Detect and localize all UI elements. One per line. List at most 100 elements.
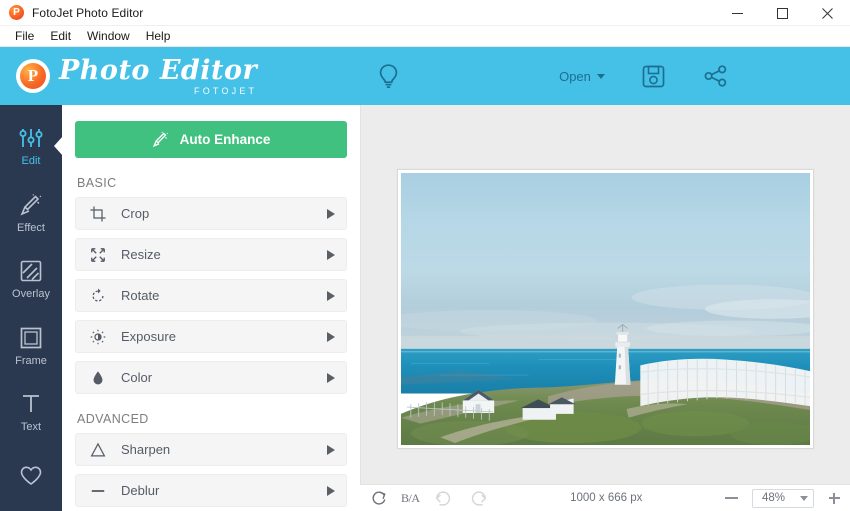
chevron-right-icon <box>327 485 335 496</box>
tool-row-sharpen[interactable]: Sharpen <box>75 433 347 466</box>
tool-row-label: Crop <box>121 206 150 221</box>
tool-row-label: Rotate <box>121 288 160 303</box>
sidebar-item-label: Text <box>20 421 42 434</box>
sidebar-item-label: Edit <box>21 155 41 168</box>
chevron-right-icon <box>327 208 335 219</box>
tool-row-deblur[interactable]: Deblur <box>75 474 347 507</box>
minus-bar-icon <box>88 483 108 499</box>
menu-item-file[interactable]: File <box>7 26 42 47</box>
before-after-button[interactable]: B/A <box>401 491 420 506</box>
chevron-right-icon <box>327 331 335 342</box>
text-t-icon <box>19 391 43 417</box>
lighthouse <box>614 323 631 385</box>
menu-bar: File Edit Window Help <box>0 26 850 47</box>
redo-icon <box>471 490 486 506</box>
photo-frame <box>397 168 814 449</box>
close-icon <box>822 7 833 19</box>
sidebar-item-text[interactable]: Text <box>0 379 62 446</box>
maximize-icon <box>777 7 788 19</box>
chevron-right-icon <box>327 372 335 383</box>
window-title: FotoJet Photo Editor <box>32 5 144 20</box>
bottom-toolbar: B/A 1000 x 666 px 48% <box>360 484 850 511</box>
heart-icon <box>19 463 43 489</box>
triangle-icon <box>88 442 108 458</box>
tool-row-label: Color <box>121 370 153 385</box>
lightbulb-icon <box>379 63 397 88</box>
open-button-label: Open <box>559 68 591 84</box>
rotate-icon <box>88 288 108 304</box>
droplet-icon <box>88 370 108 386</box>
magic-wand-icon <box>19 192 43 218</box>
brand-logo: P Photo Editor FOTOJET <box>0 47 360 105</box>
menu-item-edit[interactable]: Edit <box>42 26 79 47</box>
maximize-button[interactable] <box>760 0 805 26</box>
auto-enhance-label: Auto Enhance <box>179 132 271 147</box>
edit-tool-panel: Auto Enhance BASIC Crop Resize Rotate Ex… <box>62 105 360 511</box>
sidebar-item-edit[interactable]: Edit <box>0 113 62 180</box>
brand-subtitle: FOTOJET <box>194 85 258 96</box>
fotojet-photo-editor-window: FotoJet Photo Editor File Edit Window <box>0 0 850 511</box>
chevron-right-icon <box>327 249 335 260</box>
sidebar-item-overlay[interactable]: Overlay <box>0 246 62 313</box>
edited-photo <box>401 172 810 445</box>
undo-button[interactable] <box>434 490 454 507</box>
tool-row-label: Resize <box>121 247 161 262</box>
zoom-level-value: 48% <box>762 492 786 504</box>
undo-icon <box>435 490 450 506</box>
tool-row-rotate[interactable]: Rotate <box>75 279 347 312</box>
zoom-in-button[interactable] <box>828 492 840 504</box>
menu-item-help[interactable]: Help <box>138 26 179 47</box>
image-dimensions: 1000 x 666 px <box>570 492 643 504</box>
minimize-icon <box>732 12 743 14</box>
section-label-basic: BASIC <box>77 176 117 190</box>
tool-row-color[interactable]: Color <box>75 361 347 394</box>
hatched-square-icon <box>19 258 43 284</box>
floppy-disk-icon <box>642 65 664 87</box>
share-button[interactable] <box>704 65 728 87</box>
canvas-area[interactable] <box>360 105 850 511</box>
app-icon <box>9 5 24 20</box>
sidebar-item-frame[interactable]: Frame <box>0 313 62 380</box>
crop-icon <box>88 205 108 222</box>
sidebar-item-effect[interactable]: Effect <box>0 180 62 247</box>
app-header: P Photo Editor FOTOJET Open <box>0 47 850 105</box>
minimize-button[interactable] <box>715 0 760 26</box>
chevron-right-icon <box>327 444 335 455</box>
magic-wand-icon <box>152 131 168 148</box>
chevron-down-icon <box>596 73 605 79</box>
section-label-advanced: ADVANCED <box>77 412 149 426</box>
left-sidebar: Edit Effect Overlay Frame Text <box>0 105 62 511</box>
sidebar-item-label: Effect <box>17 221 45 234</box>
tips-button[interactable] <box>378 63 399 89</box>
fotojet-logo-icon: P <box>16 59 50 93</box>
auto-enhance-button[interactable]: Auto Enhance <box>75 121 347 158</box>
sidebar-item-favorites[interactable] <box>0 446 62 511</box>
zoom-out-button[interactable] <box>725 497 738 499</box>
app-body: Edit Effect Overlay Frame Text Auto Enha… <box>0 105 850 511</box>
zoom-level-select[interactable]: 48% <box>752 488 814 508</box>
save-button[interactable] <box>642 65 665 88</box>
resize-arrows-icon <box>88 247 108 263</box>
tool-row-label: Exposure <box>121 329 176 344</box>
menu-item-window[interactable]: Window <box>79 26 138 47</box>
sidebar-item-label: Frame <box>15 354 47 367</box>
chevron-down-icon <box>800 495 808 501</box>
tool-row-label: Sharpen <box>121 442 171 457</box>
brand-mark-letter: P <box>27 66 39 85</box>
tool-row-exposure[interactable]: Exposure <box>75 320 347 353</box>
reset-icon <box>372 491 386 505</box>
sidebar-item-label: Overlay <box>12 288 50 301</box>
close-button[interactable] <box>805 0 850 26</box>
brightness-sun-icon <box>88 329 108 345</box>
chevron-right-icon <box>327 290 335 301</box>
redo-button[interactable] <box>468 490 488 507</box>
title-bar: FotoJet Photo Editor <box>0 0 850 26</box>
tool-row-crop[interactable]: Crop <box>75 197 347 230</box>
reset-button[interactable] <box>370 490 387 507</box>
sliders-icon <box>19 125 43 151</box>
open-button[interactable]: Open <box>559 69 605 84</box>
brand-title: Photo Editor <box>59 54 258 86</box>
frame-square-icon <box>19 325 43 351</box>
tool-row-resize[interactable]: Resize <box>75 238 347 271</box>
window-controls <box>715 0 850 26</box>
